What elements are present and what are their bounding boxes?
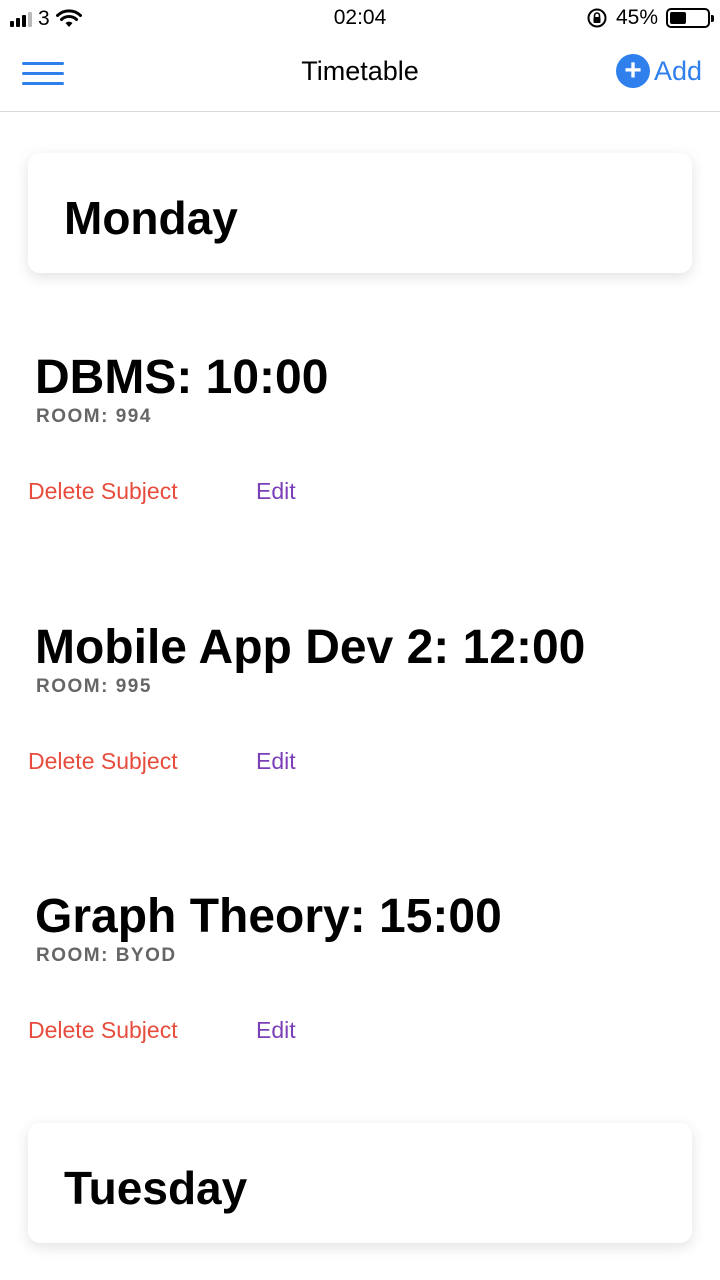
edit-subject-button[interactable]: Edit (256, 1017, 296, 1044)
status-right: 45% (586, 6, 714, 30)
edit-subject-button[interactable]: Edit (256, 748, 296, 775)
subject-item: Graph Theory: 15:00 ROOM: BYOD Delete Su… (0, 889, 720, 1069)
subject-item: Mobile App Dev 2: 12:00 ROOM: 995 Delete… (0, 620, 720, 800)
delete-subject-button[interactable]: Delete Subject (28, 748, 178, 775)
battery-nub (711, 15, 714, 22)
add-button[interactable]: + Add (615, 54, 702, 88)
day-header-tuesday[interactable]: Tuesday (28, 1123, 692, 1243)
battery-percent: 45% (615, 6, 658, 29)
status-bar: 3 02:04 45% (0, 0, 720, 36)
navigation-bar: Timetable + Add (0, 36, 720, 112)
day-title: Monday (64, 192, 238, 244)
add-circle-icon: + (615, 54, 650, 88)
orientation-lock-icon (587, 8, 607, 28)
subject-room: ROOM: 995 (36, 676, 152, 697)
subject-title: Graph Theory: 15:00 (35, 890, 502, 943)
timetable-screen: 3 02:04 45% Timetable + Add Monday DBMS:… (0, 0, 720, 1280)
subject-item: DBMS: 10:00 ROOM: 994 Delete Subject Edi… (0, 350, 720, 530)
subject-room: ROOM: 994 (36, 406, 152, 427)
battery-icon (666, 8, 714, 28)
delete-subject-button[interactable]: Delete Subject (28, 1017, 178, 1044)
day-title: Tuesday (64, 1162, 248, 1214)
subject-room: ROOM: BYOD (36, 945, 177, 966)
delete-subject-button[interactable]: Delete Subject (28, 478, 178, 505)
add-button-label: Add (653, 55, 702, 86)
day-header-monday[interactable]: Monday (28, 153, 692, 273)
subject-title: DBMS: 10:00 (35, 351, 329, 404)
page-title: Timetable (301, 56, 419, 86)
subject-title: Mobile App Dev 2: 12:00 (35, 621, 586, 674)
edit-subject-button[interactable]: Edit (256, 478, 296, 505)
battery-level-fill (670, 12, 686, 24)
